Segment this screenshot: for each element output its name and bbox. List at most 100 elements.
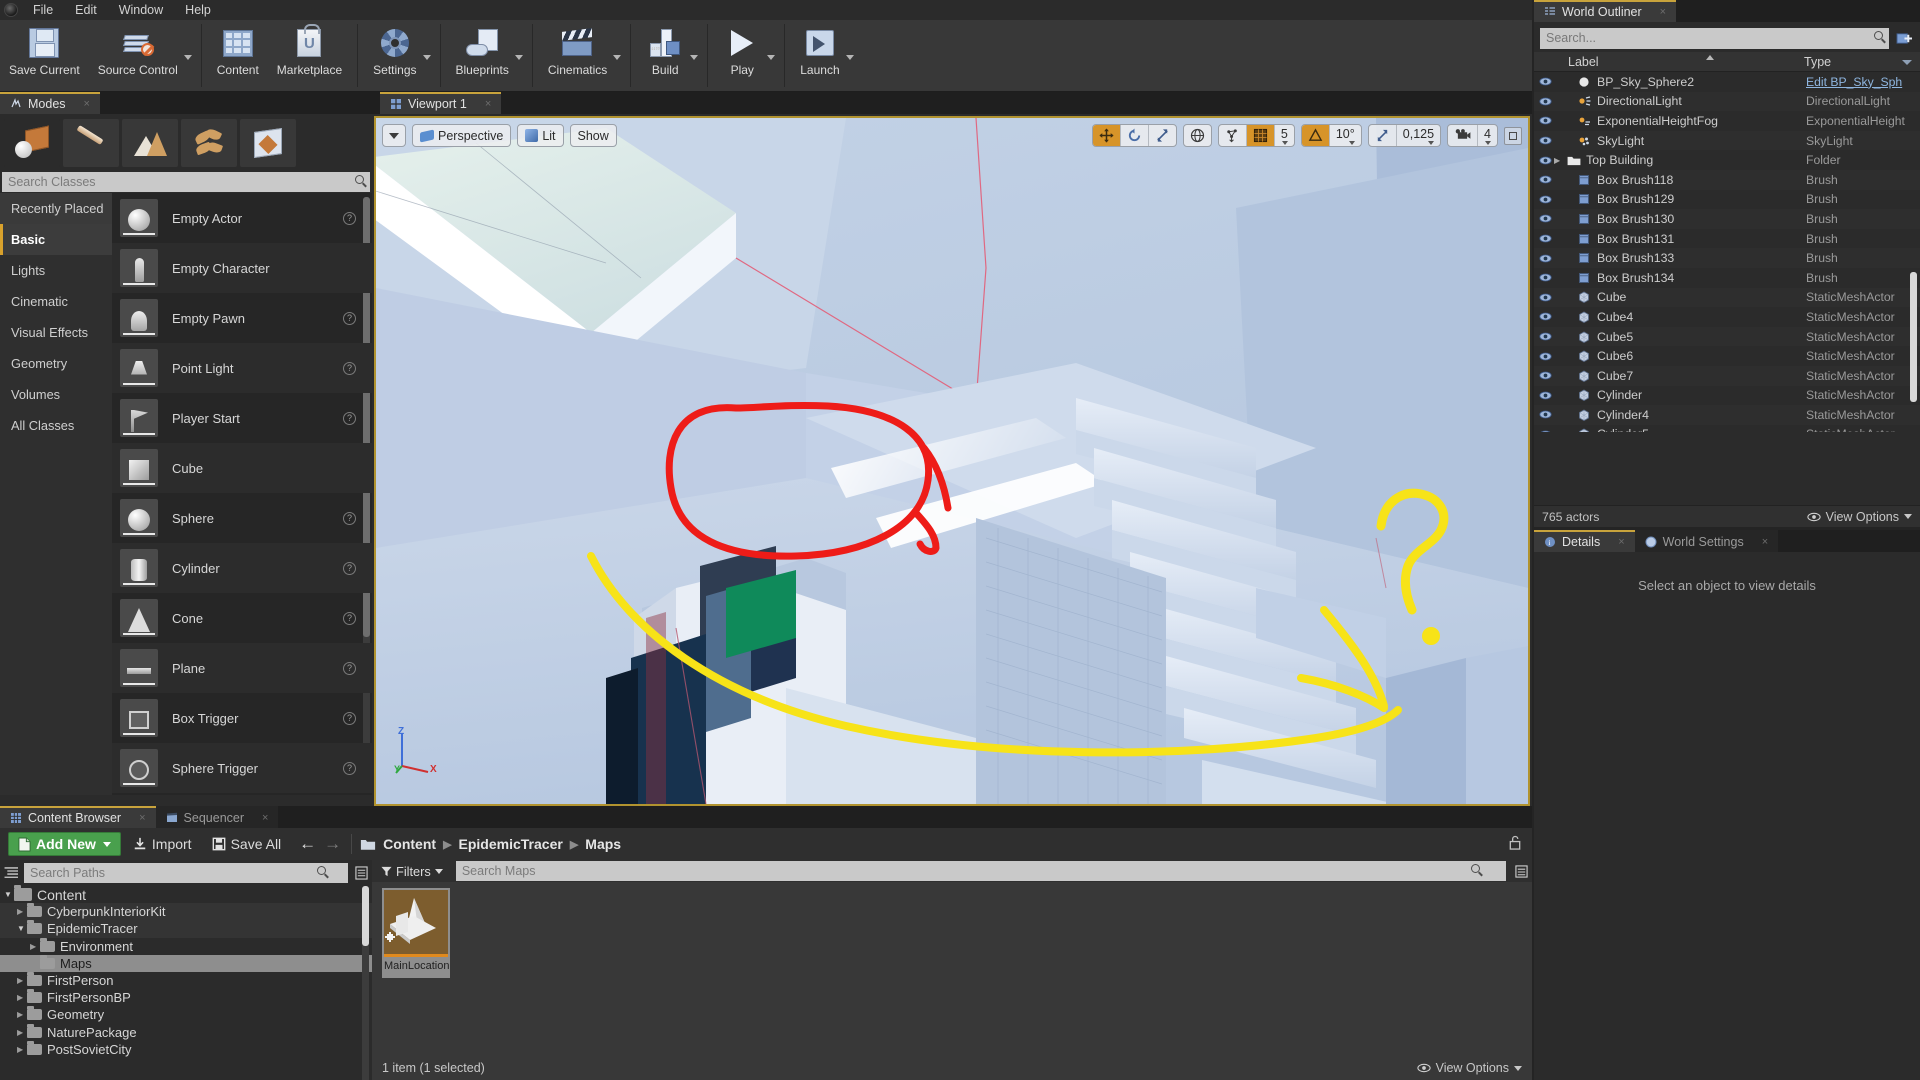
tab-world-outliner[interactable]: World Outliner × <box>1534 0 1677 22</box>
info-icon[interactable]: ? <box>343 361 356 375</box>
visibility-eye-icon[interactable] <box>1534 195 1556 204</box>
filters-button[interactable]: Filters <box>374 861 450 881</box>
outliner-row[interactable]: Cube6 StaticMeshActor <box>1534 346 1920 366</box>
info-icon[interactable]: ? <box>343 711 356 725</box>
outliner-row[interactable]: Box Brush118 Brush <box>1534 169 1920 190</box>
breadcrumb-maps[interactable]: Maps <box>585 836 621 852</box>
category-lights[interactable]: Lights <box>0 255 112 286</box>
outliner-row[interactable]: Cube7 StaticMeshActor <box>1534 365 1920 386</box>
outliner-row[interactable]: DirectionalLight DirectionalLight <box>1534 91 1920 112</box>
paths-view-options-icon[interactable] <box>352 866 370 880</box>
save-current-button[interactable]: Save Current <box>0 20 89 91</box>
tab-details[interactable]: i Details × <box>1534 530 1635 552</box>
close-icon[interactable]: × <box>84 98 90 110</box>
menu-item-window[interactable]: Window <box>108 2 174 18</box>
outliner-row[interactable]: Cylinder4 StaticMeshActor <box>1534 405 1920 425</box>
tab-content-browser[interactable]: Content Browser × <box>0 806 156 828</box>
import-button[interactable]: Import <box>125 832 200 856</box>
rotate-mode-button[interactable] <box>1121 125 1149 146</box>
outliner-row[interactable]: Box Brush130 Brush <box>1534 209 1920 229</box>
visibility-eye-icon[interactable] <box>1534 410 1556 419</box>
close-icon[interactable]: × <box>139 812 145 824</box>
visibility-eye-icon[interactable] <box>1534 371 1556 380</box>
outliner-search-input[interactable]: Search... <box>1540 27 1889 49</box>
translate-mode-button[interactable] <box>1092 125 1121 146</box>
cinematics-button[interactable]: Cinematics <box>539 20 616 91</box>
expand-arrow-icon[interactable]: ▶ <box>17 1045 27 1054</box>
outliner-scrollbar[interactable] <box>1910 272 1917 402</box>
path-tree-item-cyberpunkinteriorkit[interactable]: ▶ CyberpunkInteriorKit <box>0 903 372 921</box>
search-classes-input[interactable]: Search Classes <box>2 172 370 192</box>
close-icon[interactable]: × <box>1660 6 1666 18</box>
viewport-options-dropdown[interactable] <box>382 124 406 147</box>
placeable-item[interactable]: Cone? <box>112 593 372 643</box>
path-tree-item-geometry[interactable]: ▶ Geometry <box>0 1006 372 1023</box>
outliner-view-options-button[interactable]: View Options <box>1806 510 1912 524</box>
forward-arrow-icon[interactable]: → <box>324 834 341 854</box>
visibility-eye-icon[interactable] <box>1534 214 1556 223</box>
category-all-classes[interactable]: All Classes <box>0 410 112 441</box>
expand-arrow-icon[interactable]: ▶ <box>30 942 40 951</box>
grid-snap-value[interactable]: 5 <box>1275 125 1294 146</box>
placeable-item[interactable]: Empty Pawn? <box>112 293 372 343</box>
source-control-button[interactable]: Source Control <box>89 20 187 91</box>
grid-snap-toggle[interactable] <box>1246 125 1275 146</box>
outliner-row[interactable]: Box Brush129 Brush <box>1534 190 1920 210</box>
info-icon[interactable]: ? <box>343 211 356 225</box>
info-icon[interactable]: ? <box>343 761 356 775</box>
info-icon[interactable]: ? <box>343 561 356 575</box>
path-tree-item-postsovietcity[interactable]: ▶ PostSovietCity <box>0 1040 372 1058</box>
content-button[interactable]: Content <box>208 20 268 91</box>
visibility-eye-icon[interactable] <box>1534 273 1556 282</box>
close-icon[interactable]: × <box>1762 536 1768 548</box>
category-recently-placed[interactable]: Recently Placed <box>0 193 112 224</box>
visibility-eye-icon[interactable] <box>1534 430 1556 432</box>
placeable-item[interactable]: Sphere Trigger? <box>112 743 372 793</box>
viewport-3d-canvas[interactable] <box>376 118 1528 804</box>
tab-modes[interactable]: Modes × <box>0 92 100 114</box>
outliner-row[interactable]: Box Brush133 Brush <box>1534 248 1920 268</box>
visibility-eye-icon[interactable] <box>1534 156 1556 165</box>
collapse-arrow-icon[interactable]: ▼ <box>17 924 27 933</box>
add-filter-icon[interactable] <box>1894 30 1914 47</box>
view-mode-button[interactable]: Lit <box>517 124 564 147</box>
breadcrumb-content[interactable]: Content <box>383 836 436 852</box>
placeable-item[interactable]: Player Start? <box>112 393 372 443</box>
path-tree-item-content[interactable]: ▼ Content <box>0 885 372 903</box>
placeable-item[interactable]: Cylinder? <box>112 543 372 593</box>
visibility-eye-icon[interactable] <box>1534 293 1556 302</box>
assets-view-options-icon[interactable] <box>1512 864 1530 878</box>
settings-button[interactable]: Settings <box>364 20 425 91</box>
info-icon[interactable]: ? <box>343 661 356 675</box>
content-browser-view-options-button[interactable]: View Options <box>1416 1061 1522 1075</box>
world-coordinate-toggle[interactable] <box>1184 125 1211 146</box>
visibility-eye-icon[interactable] <box>1534 77 1556 86</box>
category-geometry[interactable]: Geometry <box>0 348 112 379</box>
visibility-eye-icon[interactable] <box>1534 352 1556 361</box>
expand-arrow-icon[interactable]: ▶ <box>17 1010 27 1019</box>
expand-arrow-icon[interactable]: ▶ <box>17 1028 27 1037</box>
visibility-eye-icon[interactable] <box>1534 254 1556 263</box>
expand-arrow-icon[interactable]: ▶ <box>17 993 27 1002</box>
landscape-mode-button[interactable] <box>122 119 178 167</box>
path-tree-item-firstpersonbp[interactable]: ▶ FirstPersonBP <box>0 989 372 1006</box>
placeable-item[interactable]: Sphere? <box>112 493 372 543</box>
maximize-viewport-button[interactable] <box>1504 126 1522 145</box>
expand-arrow-icon[interactable]: ▶ <box>17 907 27 916</box>
outliner-row[interactable]: Cylinder5 StaticMeshActor <box>1534 425 1920 432</box>
expand-arrow-icon[interactable]: ▶ <box>1554 156 1560 165</box>
tab-sequencer[interactable]: Sequencer × <box>155 806 279 828</box>
show-flags-button[interactable]: Show <box>569 124 617 147</box>
outliner-row[interactable]: ExponentialHeightFog ExponentialHeight <box>1534 111 1920 131</box>
column-options-icon[interactable] <box>1902 60 1912 65</box>
placeable-item[interactable]: Empty Character <box>112 243 372 293</box>
tab-world-settings[interactable]: World Settings × <box>1634 530 1779 552</box>
placeable-item[interactable]: Point Light? <box>112 343 372 393</box>
outliner-row[interactable]: Cylinder StaticMeshActor <box>1534 386 1920 406</box>
paint-mode-button[interactable] <box>63 119 119 167</box>
path-tree-item-maps[interactable]: Maps <box>0 954 372 972</box>
path-tree-item-epidemictracer[interactable]: ▼ EpidemicTracer <box>0 920 372 938</box>
lock-content-browser-button[interactable] <box>1508 835 1522 853</box>
add-new-button[interactable]: Add New <box>8 832 121 856</box>
paths-scrollbar[interactable] <box>362 886 369 1080</box>
